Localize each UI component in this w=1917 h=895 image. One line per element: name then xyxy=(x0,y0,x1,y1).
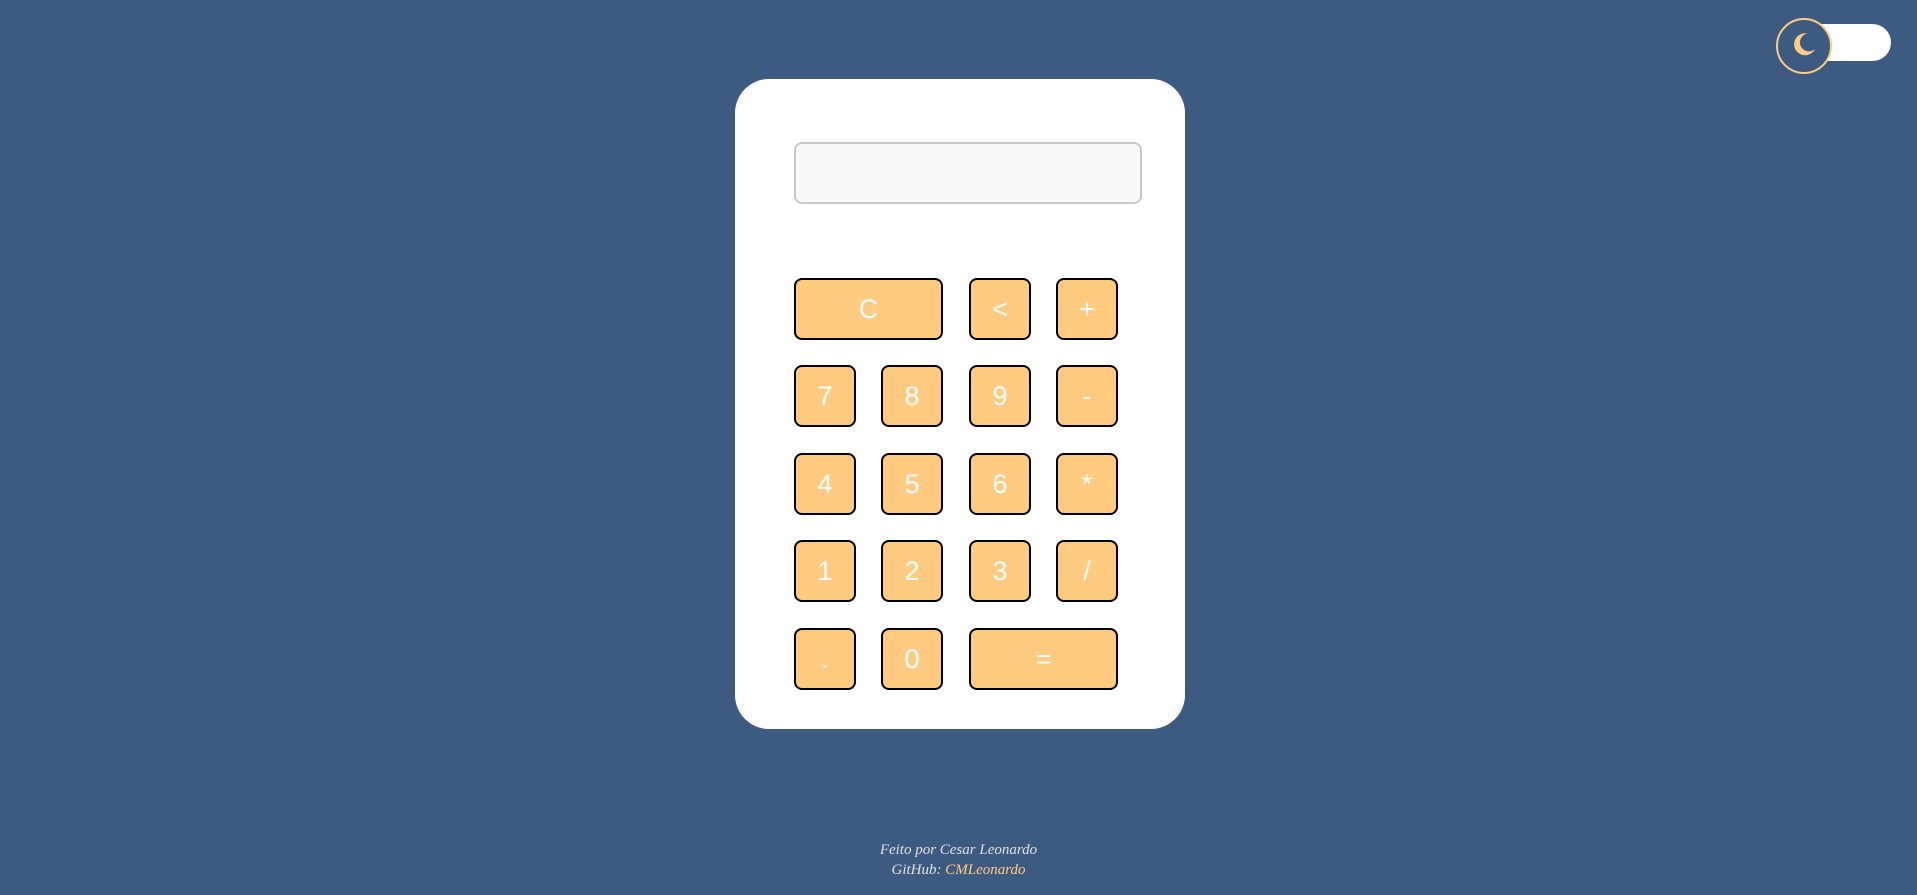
digit-2-button[interactable]: 2 xyxy=(881,540,943,602)
digit-0-button[interactable]: 0 xyxy=(881,628,943,690)
footer: Feito por Cesar Leonardo GitHub: CMLeona… xyxy=(0,840,1917,880)
theme-toggle[interactable] xyxy=(1776,18,1894,74)
calculator-display[interactable] xyxy=(794,142,1142,204)
subtract-button[interactable]: - xyxy=(1056,365,1118,427)
toggle-knob[interactable] xyxy=(1776,18,1832,74)
digit-5-button[interactable]: 5 xyxy=(881,453,943,515)
github-label: GitHub: xyxy=(891,862,942,878)
digit-9-button[interactable]: 9 xyxy=(969,365,1031,427)
clear-button[interactable]: C xyxy=(794,278,943,340)
backspace-button[interactable]: < xyxy=(969,278,1031,340)
footer-github: GitHub: CMLeonardo xyxy=(0,860,1917,880)
equals-button[interactable]: = xyxy=(969,628,1118,690)
divide-button[interactable]: / xyxy=(1056,540,1118,602)
calculator-card: C < + 7 8 9 - 4 5 6 * 1 2 3 / . 0 = xyxy=(735,79,1185,729)
digit-7-button[interactable]: 7 xyxy=(794,365,856,427)
moon-icon xyxy=(1789,29,1819,64)
footer-credit: Feito por Cesar Leonardo xyxy=(879,842,1038,858)
digit-4-button[interactable]: 4 xyxy=(794,453,856,515)
digit-3-button[interactable]: 3 xyxy=(969,540,1031,602)
github-link[interactable]: CMLeonardo xyxy=(945,862,1025,878)
digit-8-button[interactable]: 8 xyxy=(881,365,943,427)
decimal-button[interactable]: . xyxy=(794,628,856,690)
add-button[interactable]: + xyxy=(1056,278,1118,340)
multiply-button[interactable]: * xyxy=(1056,453,1118,515)
digit-1-button[interactable]: 1 xyxy=(794,540,856,602)
digit-6-button[interactable]: 6 xyxy=(969,453,1031,515)
